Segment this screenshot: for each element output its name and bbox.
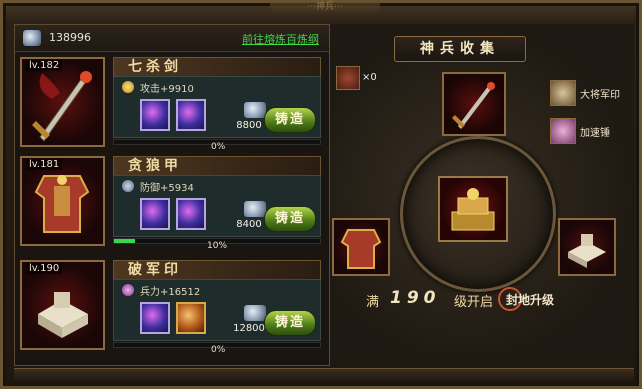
item-name: 七杀剑: [128, 59, 182, 75]
item-stat: 兵力+16512: [140, 287, 201, 298]
panel-title: 神兵收集: [420, 41, 500, 57]
general-seal-icon[interactable]: [550, 80, 576, 106]
side-item-label: 大将军印: [580, 90, 620, 101]
refine-link[interactable]: 前往熔炼百炼纲: [242, 31, 319, 47]
item-name: 贪狼甲: [128, 158, 182, 174]
forge-cost: 8800: [236, 120, 262, 131]
seal-icon: [38, 292, 88, 338]
item-level: lv.190: [26, 263, 63, 274]
orange-scroll-icon[interactable]: [176, 302, 206, 334]
forge-button[interactable]: 铸造: [264, 310, 316, 336]
sword-portrait[interactable]: lv.182: [20, 57, 105, 147]
forge-button[interactable]: 铸造: [264, 206, 316, 232]
central-seal-slot[interactable]: [438, 176, 508, 242]
currency-bar: 138996 前往熔炼百炼纲: [15, 25, 329, 52]
seal-portrait[interactable]: lv.190: [20, 260, 105, 350]
item-name-bar: 贪狼甲: [113, 156, 321, 176]
armor-icon: [34, 175, 90, 233]
silver-ingot-icon: [23, 30, 41, 46]
attack-coin-icon: [122, 81, 134, 93]
golden-seal-icon: [451, 188, 495, 231]
hammer-count: ×0: [362, 72, 377, 83]
panel-title-box: 神兵收集: [394, 36, 526, 62]
purple-gem-icon[interactable]: [140, 302, 170, 334]
sword-icon: [32, 71, 92, 142]
forge-button[interactable]: 铸造: [264, 107, 316, 133]
item-stats: 攻击+9910 8800 铸造: [113, 76, 321, 138]
side-item-label: 加速锤: [580, 128, 610, 139]
sword-icon: [452, 82, 495, 129]
upgrade-fief-link[interactable]: 封地升级: [506, 291, 554, 308]
defense-shield-icon: [122, 180, 134, 192]
progress-percent: 0%: [211, 345, 226, 355]
troop-icon: [122, 284, 134, 296]
purple-gem-icon[interactable]: [140, 198, 170, 230]
window-title-tab: ···神兵···: [270, 0, 380, 14]
seal-slot[interactable]: [558, 218, 616, 276]
seal-icon: [568, 234, 606, 268]
hammer-icon[interactable]: [336, 66, 360, 90]
item-name-bar: 七杀剑: [113, 57, 321, 77]
armor-icon: [340, 229, 382, 269]
weapon-collection-panel: 神兵收集 ×0 大将军印 加速锤 满 190 级开启 封地升级: [330, 24, 634, 364]
purple-gem-icon[interactable]: [140, 99, 170, 131]
item-level: lv.181: [26, 159, 63, 170]
forge-item-seal: lv.190 破军印 兵力+16512 12800 铸造 0%: [15, 258, 329, 356]
forge-item-sword: lv.182 七杀剑 攻击+9910 8800 铸造 0%: [15, 55, 329, 153]
purple-gem-icon[interactable]: [176, 198, 206, 230]
progress-fill: [114, 239, 135, 243]
progress-percent: 0%: [211, 142, 226, 152]
item-name-bar: 破军印: [113, 260, 321, 280]
item-stat: 防御+5934: [140, 183, 194, 194]
purple-gem-icon[interactable]: [176, 99, 206, 131]
forge-cost: 8400: [236, 219, 262, 230]
item-name: 破军印: [128, 262, 182, 278]
forge-list-panel: 138996 前往熔炼百炼纲 lv.182 七杀剑 攻击+9910 8800 铸…: [14, 24, 330, 366]
forge-cost: 12800: [233, 323, 265, 334]
silver-ingot-icon: [244, 305, 266, 321]
armor-slot[interactable]: [332, 218, 390, 276]
sword-slot[interactable]: [442, 72, 506, 136]
armor-portrait[interactable]: lv.181: [20, 156, 105, 246]
bottom-frame: [14, 368, 634, 383]
item-level: lv.182: [26, 60, 63, 71]
silver-ingot-icon: [244, 102, 266, 118]
silver-ingot-icon: [244, 201, 266, 217]
progress-percent: 10%: [207, 241, 228, 251]
item-stats: 兵力+16512 12800 铸造: [113, 279, 321, 341]
forge-item-armor: lv.181 贪狼甲 防御+5934 8400 铸造 10%: [15, 154, 329, 252]
unlock-level: 190: [390, 288, 441, 308]
unlock-suffix: 级开启: [454, 295, 494, 310]
silver-amount: 138996: [49, 31, 91, 44]
item-stats: 防御+5934 8400 铸造: [113, 175, 321, 237]
unlock-prefix: 满: [366, 295, 380, 310]
item-stat: 攻击+9910: [140, 84, 194, 95]
speed-hammer-icon[interactable]: [550, 118, 576, 144]
